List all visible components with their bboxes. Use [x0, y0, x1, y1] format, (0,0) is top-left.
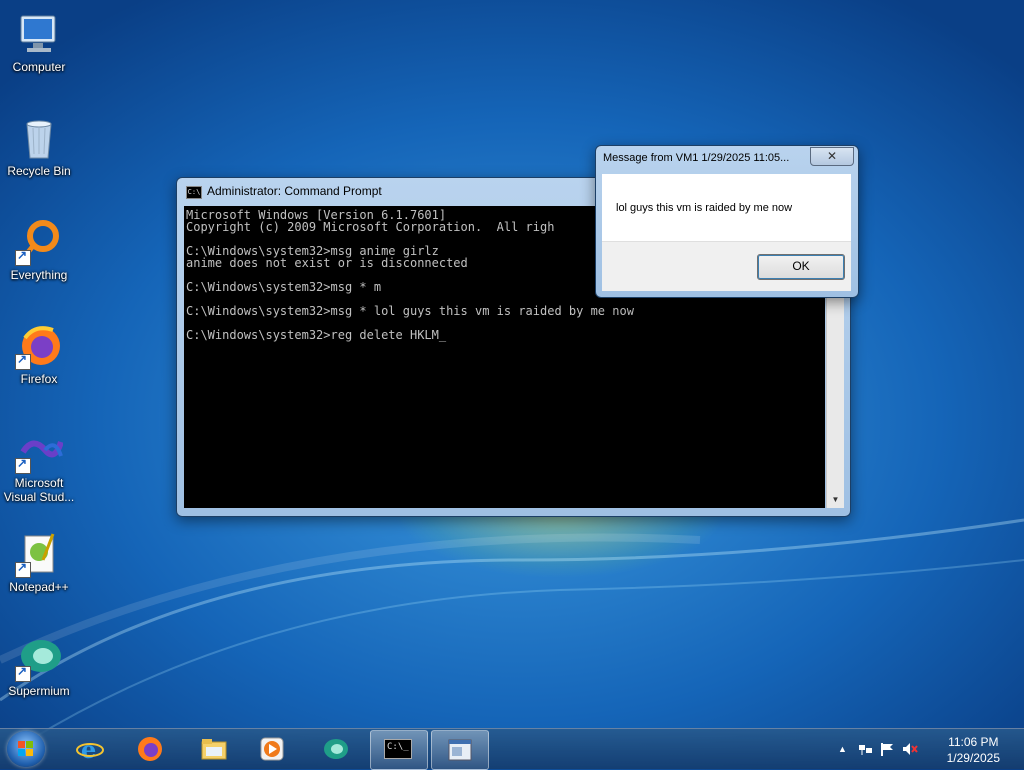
shortcut-arrow-icon [15, 664, 31, 682]
folder-icon [201, 739, 227, 760]
taskbar-firefox[interactable] [122, 730, 178, 768]
internet-explorer-icon: e [76, 735, 104, 763]
system-tray: ▲ 11:06 PM 1/29/2025 [834, 729, 1014, 769]
close-button[interactable]: ✕ [810, 147, 854, 166]
taskbar-file-explorer[interactable] [186, 730, 242, 768]
desktop-icon-label: Supermium [8, 684, 70, 698]
taskbar-media-player[interactable] [244, 730, 300, 768]
desktop-icon-supermium[interactable]: Supermium [0, 626, 78, 698]
clock-date: 1/29/2025 [946, 751, 1000, 765]
cmd-icon: C:\_ [384, 739, 412, 759]
taskbar: e C:\_ ▲ 11:06 PM 1/29/2025 [0, 728, 1024, 770]
desktop-icon-label: Recycle Bin [7, 164, 71, 178]
firefox-icon [138, 737, 162, 761]
action-center-flag-icon[interactable] [880, 742, 894, 759]
window-title: Administrator: Command Prompt [207, 184, 382, 198]
show-hidden-icons-arrow[interactable]: ▲ [838, 744, 847, 754]
message-dialog[interactable]: Message from VM1 1/29/2025 11:05... ✕ lo… [595, 145, 859, 298]
svg-text:e: e [81, 735, 96, 763]
start-button[interactable] [7, 731, 45, 767]
scroll-down-arrow-icon[interactable]: ▼ [827, 491, 844, 508]
clock[interactable]: 11:06 PM 1/29/2025 [947, 734, 1000, 766]
shortcut-arrow-icon [15, 248, 31, 266]
desktop-icon-computer[interactable]: Computer [0, 2, 78, 74]
ok-button[interactable]: OK [757, 254, 845, 280]
desktop-icon-label: Everything [10, 268, 68, 282]
everything-search-icon [15, 218, 63, 266]
taskbar-internet-explorer[interactable]: e [62, 730, 118, 768]
taskbar-command-prompt[interactable]: C:\_ [370, 730, 428, 770]
computer-icon [15, 10, 63, 58]
desktop-icon-label: Notepad++ [9, 580, 69, 594]
dialog-titlebar[interactable]: Message from VM1 1/29/2025 11:05... ✕ [596, 146, 858, 172]
visual-studio-icon [15, 426, 64, 474]
desktop-icon-label: Microsoft Visual Stud... [3, 476, 75, 504]
desktop-icon-notepad-plus-plus[interactable]: Notepad++ [0, 522, 78, 594]
desktop-icon-label: Computer [12, 60, 66, 74]
desktop-icon-everything[interactable]: Everything [0, 210, 78, 282]
desktop-icon-visual-studio[interactable]: Microsoft Visual Stud... [0, 418, 78, 504]
dialog-footer: OK [602, 241, 851, 291]
network-icon[interactable] [858, 742, 874, 759]
dialog-body: lol guys this vm is raided by me now OK [602, 174, 851, 291]
media-player-icon [260, 737, 284, 761]
recycle-bin-icon [15, 114, 63, 162]
notepad-plus-plus-icon [15, 530, 63, 578]
firefox-icon [15, 322, 63, 370]
taskbar-message-window[interactable] [431, 730, 489, 770]
desktop-icon-recycle-bin[interactable]: Recycle Bin [0, 106, 78, 178]
windows-logo-icon [18, 741, 34, 757]
supermium-icon [15, 634, 63, 682]
shortcut-arrow-icon [15, 456, 31, 474]
console-line: C:\Windows\system32>msg * lol guys this … [186, 304, 634, 318]
shortcut-arrow-icon [15, 352, 31, 370]
window-icon [448, 739, 472, 761]
dialog-message: lol guys this vm is raided by me now [616, 202, 793, 214]
volume-muted-icon[interactable] [902, 742, 918, 759]
taskbar-supermium[interactable] [308, 730, 364, 768]
supermium-icon [324, 739, 348, 759]
console-line: C:\Windows\system32>reg delete HKLM_ [186, 328, 447, 342]
clock-time: 11:06 PM [948, 735, 999, 749]
desktop-icon-label: Firefox [20, 372, 58, 386]
dialog-title: Message from VM1 1/29/2025 11:05... [603, 152, 790, 164]
cmd-icon: C:\ [186, 186, 202, 199]
shortcut-arrow-icon [15, 560, 31, 578]
desktop-icon-firefox[interactable]: Firefox [0, 314, 78, 386]
